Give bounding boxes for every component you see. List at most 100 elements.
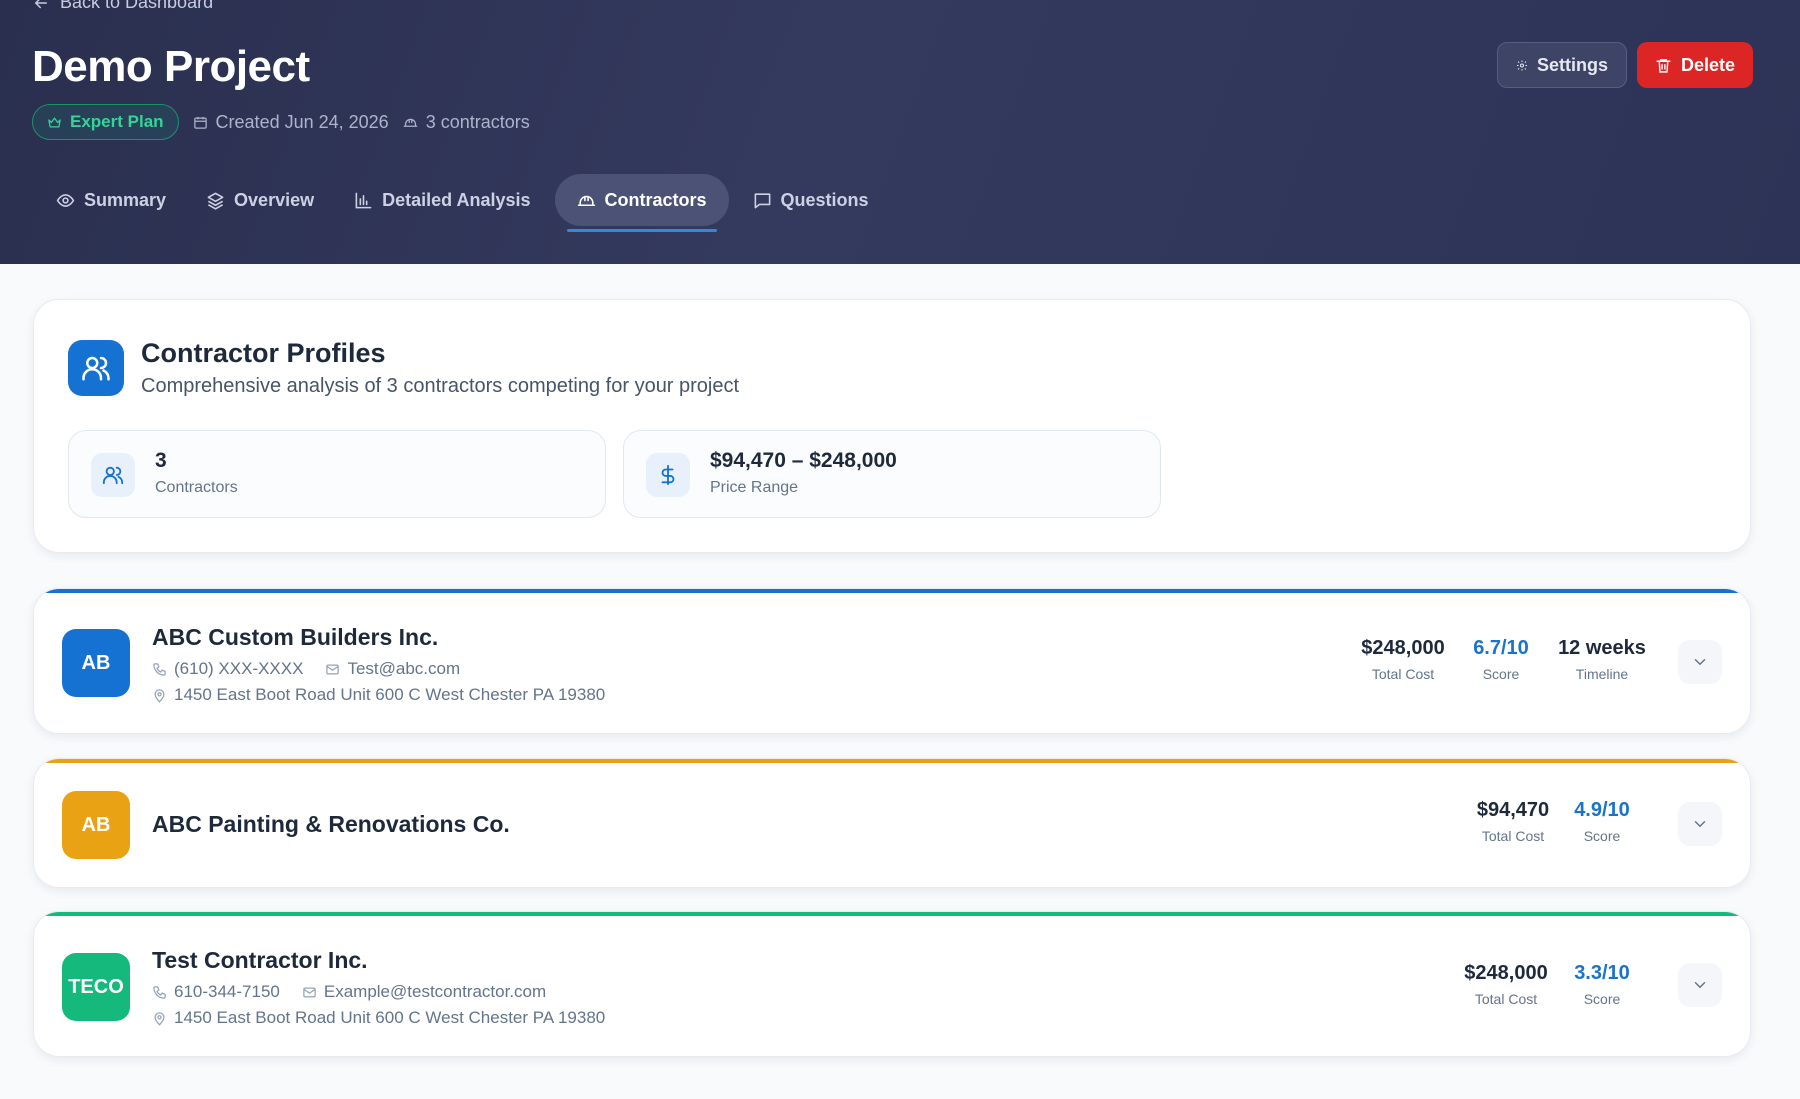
hard-hat-icon: [403, 118, 418, 127]
stat-contractors: 3 Contractors: [68, 430, 606, 518]
card-accent-bar: [34, 912, 1750, 916]
tab-summary[interactable]: Summary: [40, 174, 182, 226]
tab-overview[interactable]: Overview: [190, 174, 330, 226]
contractor-profiles-card: Contractor Profiles Comprehensive analys…: [33, 299, 1751, 553]
contact-line: 610-344-7150 Example@testcontractor.com: [152, 982, 546, 1002]
chevron-down-icon: [1694, 821, 1706, 828]
project-meta: Expert Plan Created Jun 24, 2026 3 contr…: [32, 104, 530, 140]
page-title: Demo Project: [32, 42, 310, 91]
stat-value: $94,470 – $248,000: [710, 449, 897, 472]
total-cost-metric: $94,470 Total Cost: [1452, 799, 1574, 844]
total-cost-label: Total Cost: [1481, 828, 1545, 844]
avatar: AB: [62, 791, 130, 859]
tab-label: Contractors: [604, 189, 707, 210]
hard-hat-icon: [577, 195, 595, 206]
back-link[interactable]: Back to Dashboard: [32, 0, 213, 13]
bar-chart-icon: [355, 192, 372, 208]
tab-label: Summary: [84, 189, 167, 210]
eye-icon: [56, 193, 75, 207]
trash-icon: [1656, 58, 1671, 73]
email-text: Example@testcontractor.com: [323, 982, 547, 1001]
profiles-subtitle: Comprehensive analysis of 3 contractors …: [141, 375, 740, 397]
expand-button[interactable]: [1678, 963, 1722, 1007]
delete-button[interactable]: Delete: [1637, 42, 1753, 88]
stat-icon-box: [646, 453, 690, 497]
avatar: TECO: [62, 953, 130, 1021]
score-metric: 3.3/10 Score: [1557, 962, 1647, 1007]
contact-line: (610) XXX-XXXX Test@abc.com: [152, 659, 460, 679]
profiles-icon-box: [68, 340, 124, 396]
stat-icon-box: [91, 453, 135, 497]
total-cost-value: $94,470: [1476, 799, 1550, 821]
total-cost-value: $248,000: [1464, 962, 1548, 984]
contractor-card[interactable]: AB ABC Painting & Renovations Co. $94,47…: [33, 758, 1751, 888]
total-cost-value: $248,000: [1361, 637, 1445, 659]
email-text: Test@abc.com: [347, 659, 461, 678]
contractor-card[interactable]: AB ABC Custom Builders Inc. (610) XXX-XX…: [33, 588, 1751, 734]
tab-label: Questions: [780, 189, 869, 210]
contractor-name: ABC Painting & Renovations Co.: [152, 811, 510, 837]
tab-contractors[interactable]: Contractors: [554, 174, 729, 232]
contractor-address: 1450 East Boot Road Unit 600 C West Ches…: [152, 685, 605, 705]
total-cost-label: Total Cost: [1474, 991, 1538, 1007]
project-header: Back to Dashboard Demo Project Expert Pl…: [0, 0, 1800, 264]
score-metric: 4.9/10 Score: [1557, 799, 1647, 844]
contractor-email[interactable]: Example@testcontractor.com: [302, 982, 546, 1002]
contractor-count: 3 contractors: [403, 112, 530, 133]
tab-label: Overview: [234, 189, 315, 210]
contractor-phone[interactable]: 610-344-7150: [152, 982, 280, 1002]
chevron-down-icon: [1694, 982, 1706, 989]
score-value: 3.3/10: [1574, 962, 1630, 984]
message-square-icon: [754, 192, 770, 208]
card-accent-bar: [34, 589, 1750, 593]
timeline-value: 12 weeks: [1558, 637, 1646, 659]
contractor-name: ABC Custom Builders Inc.: [152, 624, 439, 650]
settings-button[interactable]: Settings: [1497, 42, 1627, 88]
timeline-label: Timeline: [1575, 666, 1629, 682]
delete-label: Delete: [1680, 54, 1735, 75]
stat-label: Price Range: [710, 479, 799, 496]
phone-text: (610) XXX-XXXX: [174, 659, 304, 678]
phone-text: 610-344-7150: [174, 982, 280, 1001]
users-icon: [102, 466, 124, 485]
contractor-card[interactable]: TECO Test Contractor Inc. 610-344-7150 E…: [33, 911, 1751, 1057]
stat-value: 3: [155, 449, 167, 472]
back-label: Back to Dashboard: [60, 0, 214, 12]
total-cost-metric: $248,000 Total Cost: [1342, 637, 1464, 682]
crown-icon: [48, 117, 61, 127]
contractor-name: Test Contractor Inc.: [152, 947, 368, 973]
expand-button[interactable]: [1678, 802, 1722, 846]
plan-badge-label: Expert Plan: [70, 112, 164, 131]
score-label: Score: [1583, 828, 1621, 844]
map-pin-icon: [154, 1011, 165, 1026]
score-value: 6.7/10: [1473, 637, 1529, 659]
tab-bar: Summary Overview Detailed Analysis Contr…: [40, 174, 885, 232]
tab-questions[interactable]: Questions: [737, 174, 885, 226]
contractor-email[interactable]: Test@abc.com: [325, 659, 460, 679]
contractor-phone[interactable]: (610) XXX-XXXX: [152, 659, 303, 679]
settings-label: Settings: [1536, 54, 1608, 75]
card-accent-bar: [34, 759, 1750, 763]
score-metric: 6.7/10 Score: [1456, 637, 1546, 682]
users-icon: [82, 356, 110, 381]
address-line: 1450 East Boot Road Unit 600 C West Ches…: [152, 1008, 605, 1028]
plan-badge: Expert Plan: [32, 104, 179, 140]
contractor-count-label: 3 contractors: [425, 111, 530, 132]
profiles-title: Contractor Profiles: [141, 338, 386, 368]
created-date-label: Created Jun 24, 2026: [215, 111, 389, 132]
avatar: AB: [62, 629, 130, 697]
layers-icon: [207, 192, 224, 210]
expand-button[interactable]: [1678, 640, 1722, 684]
calendar-icon: [193, 116, 207, 129]
address-text: 1450 East Boot Road Unit 600 C West Ches…: [174, 685, 606, 704]
phone-icon: [153, 985, 166, 999]
map-pin-icon: [154, 688, 165, 703]
score-label: Score: [1482, 666, 1520, 682]
phone-icon: [153, 662, 166, 676]
address-line: 1450 East Boot Road Unit 600 C West Ches…: [152, 685, 605, 705]
total-cost-metric: $248,000 Total Cost: [1445, 962, 1567, 1007]
mail-icon: [326, 664, 340, 674]
tab-detailed-analysis[interactable]: Detailed Analysis: [338, 174, 546, 226]
arrow-left-icon: [34, 0, 47, 8]
created-date: Created Jun 24, 2026: [193, 112, 389, 133]
